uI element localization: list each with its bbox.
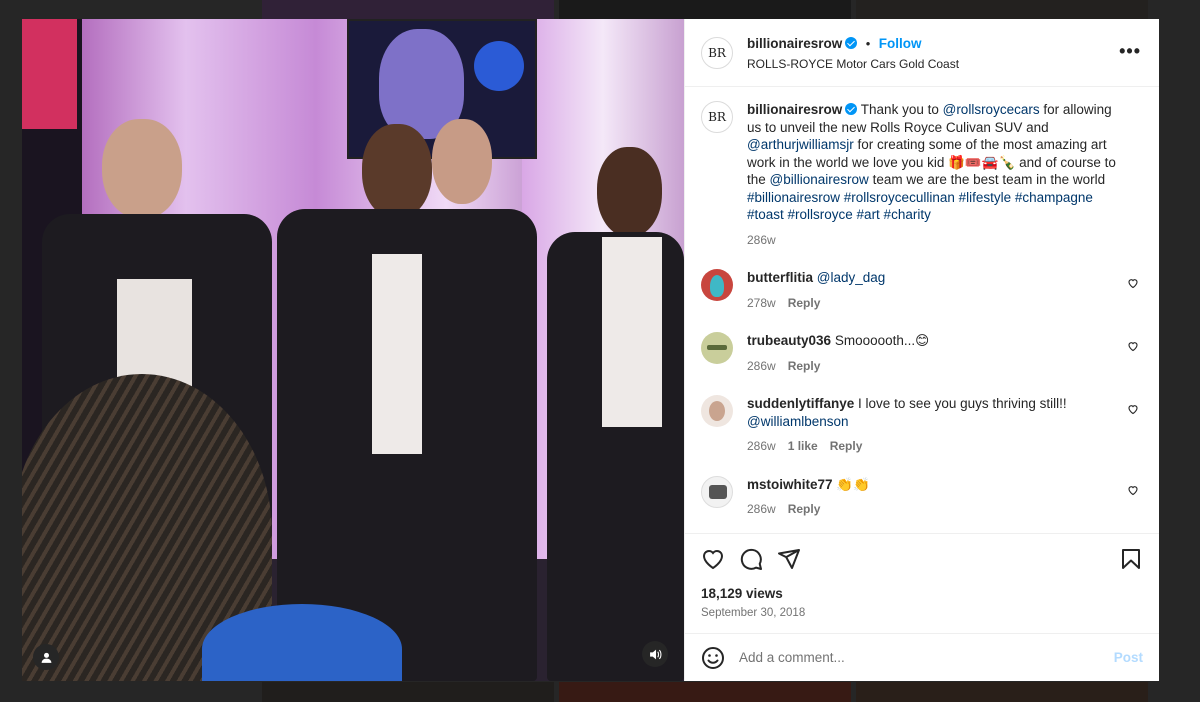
video-person-2 — [277, 124, 537, 681]
avatar-monogram: BR — [708, 110, 726, 124]
caption-timestamp[interactable]: 286w — [747, 233, 776, 247]
reply-button[interactable]: Reply — [788, 502, 821, 516]
follow-button[interactable]: Follow — [879, 36, 922, 51]
separator-dot: • — [865, 35, 871, 51]
post-modal: BR billionairesrow • Follow ROLLS-ROYCE … — [22, 19, 1159, 681]
post-date[interactable]: September 30, 2018 — [701, 607, 1143, 619]
comment-timestamp[interactable]: 286w — [747, 359, 776, 373]
avatar[interactable]: BR — [701, 101, 733, 133]
comment-like-heart-icon[interactable] — [1127, 484, 1139, 496]
comment-body: trubeauty036 Smoooooth...😊 286w Reply — [747, 332, 1143, 375]
more-options-icon[interactable]: ••• — [1119, 41, 1141, 62]
comment-text: Smoooooth...😊 — [834, 333, 930, 348]
verified-badge-icon — [845, 36, 858, 49]
person-head — [597, 147, 662, 237]
comment-meta: 286w Reply — [747, 358, 1121, 376]
post-location[interactable]: ROLLS-ROYCE Motor Cars Gold Coast — [747, 57, 959, 71]
reply-button[interactable]: Reply — [788, 296, 821, 310]
post-actions: 18,129 views September 30, 2018 — [685, 533, 1159, 633]
post-video[interactable] — [22, 19, 684, 681]
reply-button[interactable]: Reply — [830, 439, 863, 453]
comment-like-heart-icon[interactable] — [1127, 403, 1139, 415]
person-head — [362, 124, 432, 219]
comment-item: butterflitia @lady_dag 278w Reply — [701, 269, 1143, 312]
caption-text: Thank you to — [860, 102, 939, 117]
comment-input[interactable]: Add a comment... — [739, 650, 1114, 665]
comment-meta: 278w Reply — [747, 295, 1121, 313]
comment-timestamp[interactable]: 286w — [747, 439, 776, 453]
painting-blue-circle — [474, 41, 524, 91]
user-tag-icon[interactable] — [33, 644, 59, 670]
avatar[interactable] — [701, 332, 733, 364]
caption-username[interactable]: billionairesrow — [747, 102, 842, 117]
comment-body: butterflitia @lady_dag 278w Reply — [747, 269, 1143, 312]
person-head — [432, 119, 492, 204]
view-count[interactable]: 18,129 views — [701, 586, 1143, 601]
mention-link[interactable]: @lady_dag — [817, 270, 886, 285]
avatar[interactable] — [701, 269, 733, 301]
comment-username[interactable]: trubeauty036 — [747, 333, 831, 348]
comment-text: 👏👏 — [836, 476, 870, 492]
comment-item: mstoiwhite77 👏👏 286w Reply — [701, 475, 1143, 519]
caption: BR billionairesrow Thank you to @rollsro… — [701, 101, 1143, 249]
avatar-monogram: BR — [708, 45, 726, 60]
hashtag-links[interactable]: #billionairesrow #rollsroycecullinan #li… — [747, 190, 1093, 223]
comment-meta: 286w Reply — [747, 501, 1121, 519]
comment-like-heart-icon[interactable] — [1127, 340, 1139, 352]
caption-body: billionairesrow Thank you to @rollsroyce… — [747, 101, 1143, 249]
sound-icon[interactable] — [642, 641, 668, 667]
reply-button[interactable]: Reply — [788, 359, 821, 373]
caption-text: team we are the best team in the world — [872, 172, 1106, 187]
person-shirt — [372, 254, 422, 454]
person-shirt — [602, 237, 662, 427]
mention-link[interactable]: @williamlbenson — [747, 414, 849, 429]
comment-username[interactable]: butterflitia — [747, 270, 813, 285]
comment-meta: 286w 1 like Reply — [747, 438, 1121, 456]
comment-username[interactable]: mstoiwhite77 — [747, 477, 833, 492]
mention-link[interactable]: @rollsroycecars — [943, 102, 1040, 117]
avatar[interactable] — [701, 475, 733, 508]
comment-timestamp[interactable]: 278w — [747, 296, 776, 310]
post-username[interactable]: billionairesrow — [747, 36, 842, 51]
caption-meta: 286w — [747, 232, 1121, 250]
comment-text: I love to see you guys thriving still!! — [858, 396, 1067, 411]
video-person-4 — [547, 147, 684, 681]
person-head — [102, 119, 182, 219]
post-header: BR billionairesrow • Follow ROLLS-ROYCE … — [685, 19, 1159, 87]
post-header-info: billionairesrow • Follow ROLLS-ROYCE Mot… — [747, 35, 959, 71]
comment-body: mstoiwhite77 👏👏 286w Reply — [747, 476, 1143, 519]
mention-link[interactable]: @billionairesrow — [770, 172, 869, 187]
emoji-icon[interactable] — [701, 646, 725, 670]
comment-like-heart-icon[interactable] — [1127, 277, 1139, 289]
post-comment-button[interactable]: Post — [1114, 650, 1143, 665]
verified-badge-icon — [845, 103, 858, 115]
heart-icon[interactable] — [701, 547, 725, 571]
comment-composer: Add a comment... Post — [685, 633, 1159, 681]
video-scene-red-art — [22, 19, 77, 129]
comment-likes[interactable]: 1 like — [788, 439, 818, 453]
comment-timestamp[interactable]: 286w — [747, 502, 776, 516]
share-icon[interactable] — [777, 547, 801, 571]
bookmark-icon[interactable] — [1119, 547, 1143, 571]
video-person-3 — [427, 119, 497, 219]
avatar[interactable] — [701, 395, 733, 427]
mention-link[interactable]: @arthurjwilliamsjr — [747, 137, 854, 152]
comments-list[interactable]: BR billionairesrow Thank you to @rollsro… — [685, 87, 1159, 533]
comment-item: trubeauty036 Smoooooth...😊 286w Reply — [701, 332, 1143, 375]
post-side-panel: BR billionairesrow • Follow ROLLS-ROYCE … — [684, 19, 1159, 681]
comment-username[interactable]: suddenlytiffanye — [747, 396, 854, 411]
comment-item: suddenlytiffanye I love to see you guys … — [701, 395, 1143, 456]
comment-icon[interactable] — [739, 547, 763, 571]
comment-body: suddenlytiffanye I love to see you guys … — [747, 395, 1143, 456]
avatar[interactable]: BR — [701, 36, 733, 69]
action-icons-row — [701, 546, 1143, 572]
